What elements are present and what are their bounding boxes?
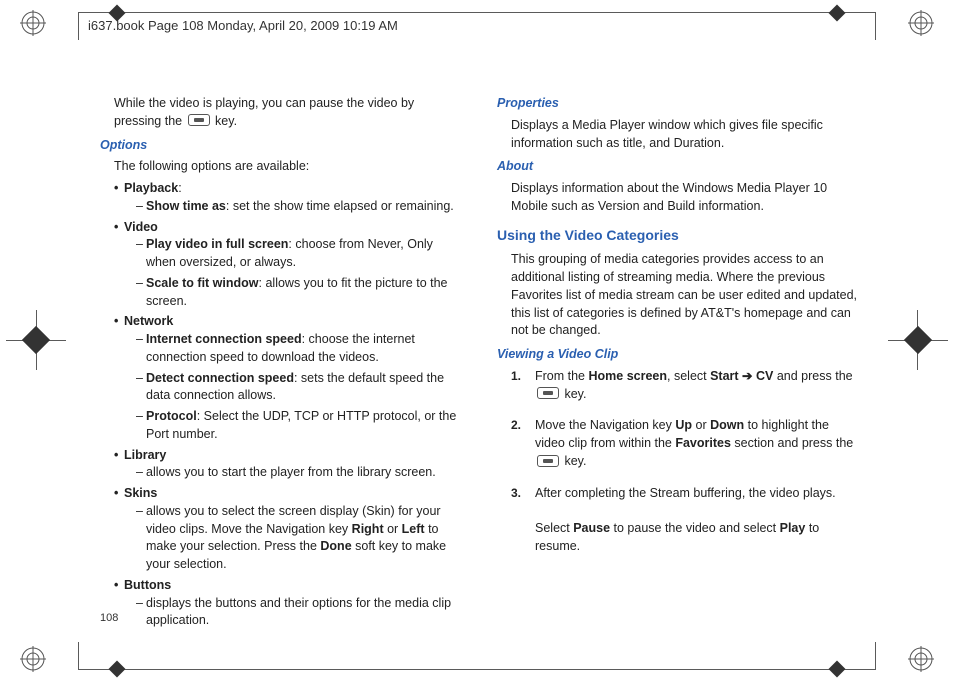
properties-body: Displays a Media Player window which giv… bbox=[511, 117, 860, 153]
label: Library bbox=[124, 448, 166, 462]
about-heading: About bbox=[497, 158, 860, 176]
frame-line bbox=[78, 669, 875, 670]
about-body: Displays information about the Windows M… bbox=[511, 180, 860, 216]
list-item: Protocol: Select the UDP, TCP or HTTP pr… bbox=[136, 408, 463, 444]
diamond-bl bbox=[108, 660, 126, 678]
regmark-tl bbox=[20, 10, 46, 36]
opt-skins: Skins allows you to select the screen di… bbox=[114, 485, 463, 574]
frame-line bbox=[875, 12, 876, 40]
num: 1. bbox=[511, 368, 521, 385]
txt: or bbox=[384, 522, 402, 536]
intro: While the video is playing, you can paus… bbox=[114, 95, 463, 131]
txt: Done bbox=[320, 539, 351, 553]
regmark-tr bbox=[908, 10, 934, 36]
txt: key. bbox=[561, 454, 586, 468]
options-list: Playback: Show time as: set the show tim… bbox=[114, 180, 463, 630]
txt: Select bbox=[535, 521, 573, 535]
page-number: 108 bbox=[100, 612, 118, 624]
txt: , select bbox=[667, 369, 710, 383]
num: 3. bbox=[511, 485, 521, 502]
label: Scale to fit window bbox=[146, 276, 259, 290]
opt-playback: Playback: Show time as: set the show tim… bbox=[114, 180, 463, 216]
frame-line bbox=[78, 642, 79, 670]
list-item: allows you to select the screen display … bbox=[136, 503, 463, 574]
txt: Home screen bbox=[589, 369, 668, 383]
label: Video bbox=[124, 220, 158, 234]
categories-heading: Using the Video Categories bbox=[497, 226, 860, 246]
intro-a: While the video is playing, you can paus… bbox=[114, 96, 414, 128]
txt: After completing the Stream buffering, t… bbox=[535, 486, 836, 500]
txt: and press the bbox=[773, 369, 852, 383]
frame-line bbox=[78, 12, 875, 13]
list-item: Scale to fit window: allows you to fit t… bbox=[136, 275, 463, 311]
list-item: Show time as: set the show time elapsed … bbox=[136, 198, 463, 216]
viewing-heading: Viewing a Video Clip bbox=[497, 346, 860, 364]
step-3: 3. After completing the Stream buffering… bbox=[511, 485, 860, 556]
txt: Play bbox=[780, 521, 806, 535]
txt: Right bbox=[352, 522, 384, 536]
txt: section and press the bbox=[731, 436, 853, 450]
label: Buttons bbox=[124, 578, 171, 592]
desc: allows you to start the player from the … bbox=[146, 465, 436, 479]
diamond-br bbox=[828, 660, 846, 678]
step-1: 1. From the Home screen, select Start ➔ … bbox=[511, 368, 860, 404]
desc: displays the buttons and their options f… bbox=[146, 596, 451, 628]
frame-line bbox=[875, 642, 876, 670]
txt: Move the Navigation key bbox=[535, 418, 675, 432]
options-heading: Options bbox=[100, 137, 463, 155]
steps: 1. From the Home screen, select Start ➔ … bbox=[511, 368, 860, 556]
properties-heading: Properties bbox=[497, 95, 860, 113]
page: i637.book Page 108 Monday, April 20, 200… bbox=[0, 0, 954, 682]
txt: Left bbox=[402, 522, 425, 536]
list-item: allows you to start the player from the … bbox=[136, 464, 463, 482]
label: Show time as bbox=[146, 199, 226, 213]
left-column: While the video is playing, you can paus… bbox=[100, 95, 463, 615]
txt: Favorites bbox=[675, 436, 731, 450]
list-item: Detect connection speed: sets the defaul… bbox=[136, 370, 463, 406]
desc: : set the show time elapsed or remaining… bbox=[226, 199, 454, 213]
step-2: 2. Move the Navigation key Up or Down to… bbox=[511, 417, 860, 470]
txt: Up bbox=[675, 418, 692, 432]
opt-buttons: Buttons displays the buttons and their o… bbox=[114, 577, 463, 630]
diamond-tr bbox=[828, 4, 846, 22]
label: Network bbox=[124, 314, 173, 328]
options-intro: The following options are available: bbox=[114, 158, 463, 176]
content: While the video is playing, you can paus… bbox=[100, 95, 860, 615]
num: 2. bbox=[511, 417, 521, 434]
txt: Down bbox=[710, 418, 744, 432]
opt-network: Network Internet connection speed: choos… bbox=[114, 313, 463, 443]
label: Detect connection speed bbox=[146, 371, 294, 385]
txt: Pause bbox=[573, 521, 610, 535]
txt: to pause the video and select bbox=[610, 521, 780, 535]
list-item: Internet connection speed: choose the in… bbox=[136, 331, 463, 367]
txt: key. bbox=[561, 387, 586, 401]
frame-line bbox=[78, 12, 79, 40]
categories-body: This grouping of media categories provid… bbox=[511, 251, 860, 340]
txt: or bbox=[692, 418, 710, 432]
txt: Start bbox=[710, 369, 738, 383]
header-stamp: i637.book Page 108 Monday, April 20, 200… bbox=[88, 18, 398, 33]
key-icon bbox=[537, 455, 559, 467]
key-icon bbox=[537, 387, 559, 399]
intro-b: key. bbox=[212, 114, 237, 128]
label: Protocol bbox=[146, 409, 197, 423]
key-icon bbox=[188, 114, 210, 126]
label: Internet connection speed bbox=[146, 332, 302, 346]
opt-video: Video Play video in full screen: choose … bbox=[114, 219, 463, 311]
right-column: Properties Displays a Media Player windo… bbox=[497, 95, 860, 615]
list-item: displays the buttons and their options f… bbox=[136, 595, 463, 631]
label: Playback bbox=[124, 181, 178, 195]
txt: From the bbox=[535, 369, 589, 383]
label: Skins bbox=[124, 486, 157, 500]
opt-library: Library allows you to start the player f… bbox=[114, 447, 463, 483]
regmark-br bbox=[908, 646, 934, 672]
arrow-icon: ➔ bbox=[739, 369, 756, 383]
label: Play video in full screen bbox=[146, 237, 288, 251]
txt: CV bbox=[756, 369, 773, 383]
list-item: Play video in full screen: choose from N… bbox=[136, 236, 463, 272]
regmark-bl bbox=[20, 646, 46, 672]
